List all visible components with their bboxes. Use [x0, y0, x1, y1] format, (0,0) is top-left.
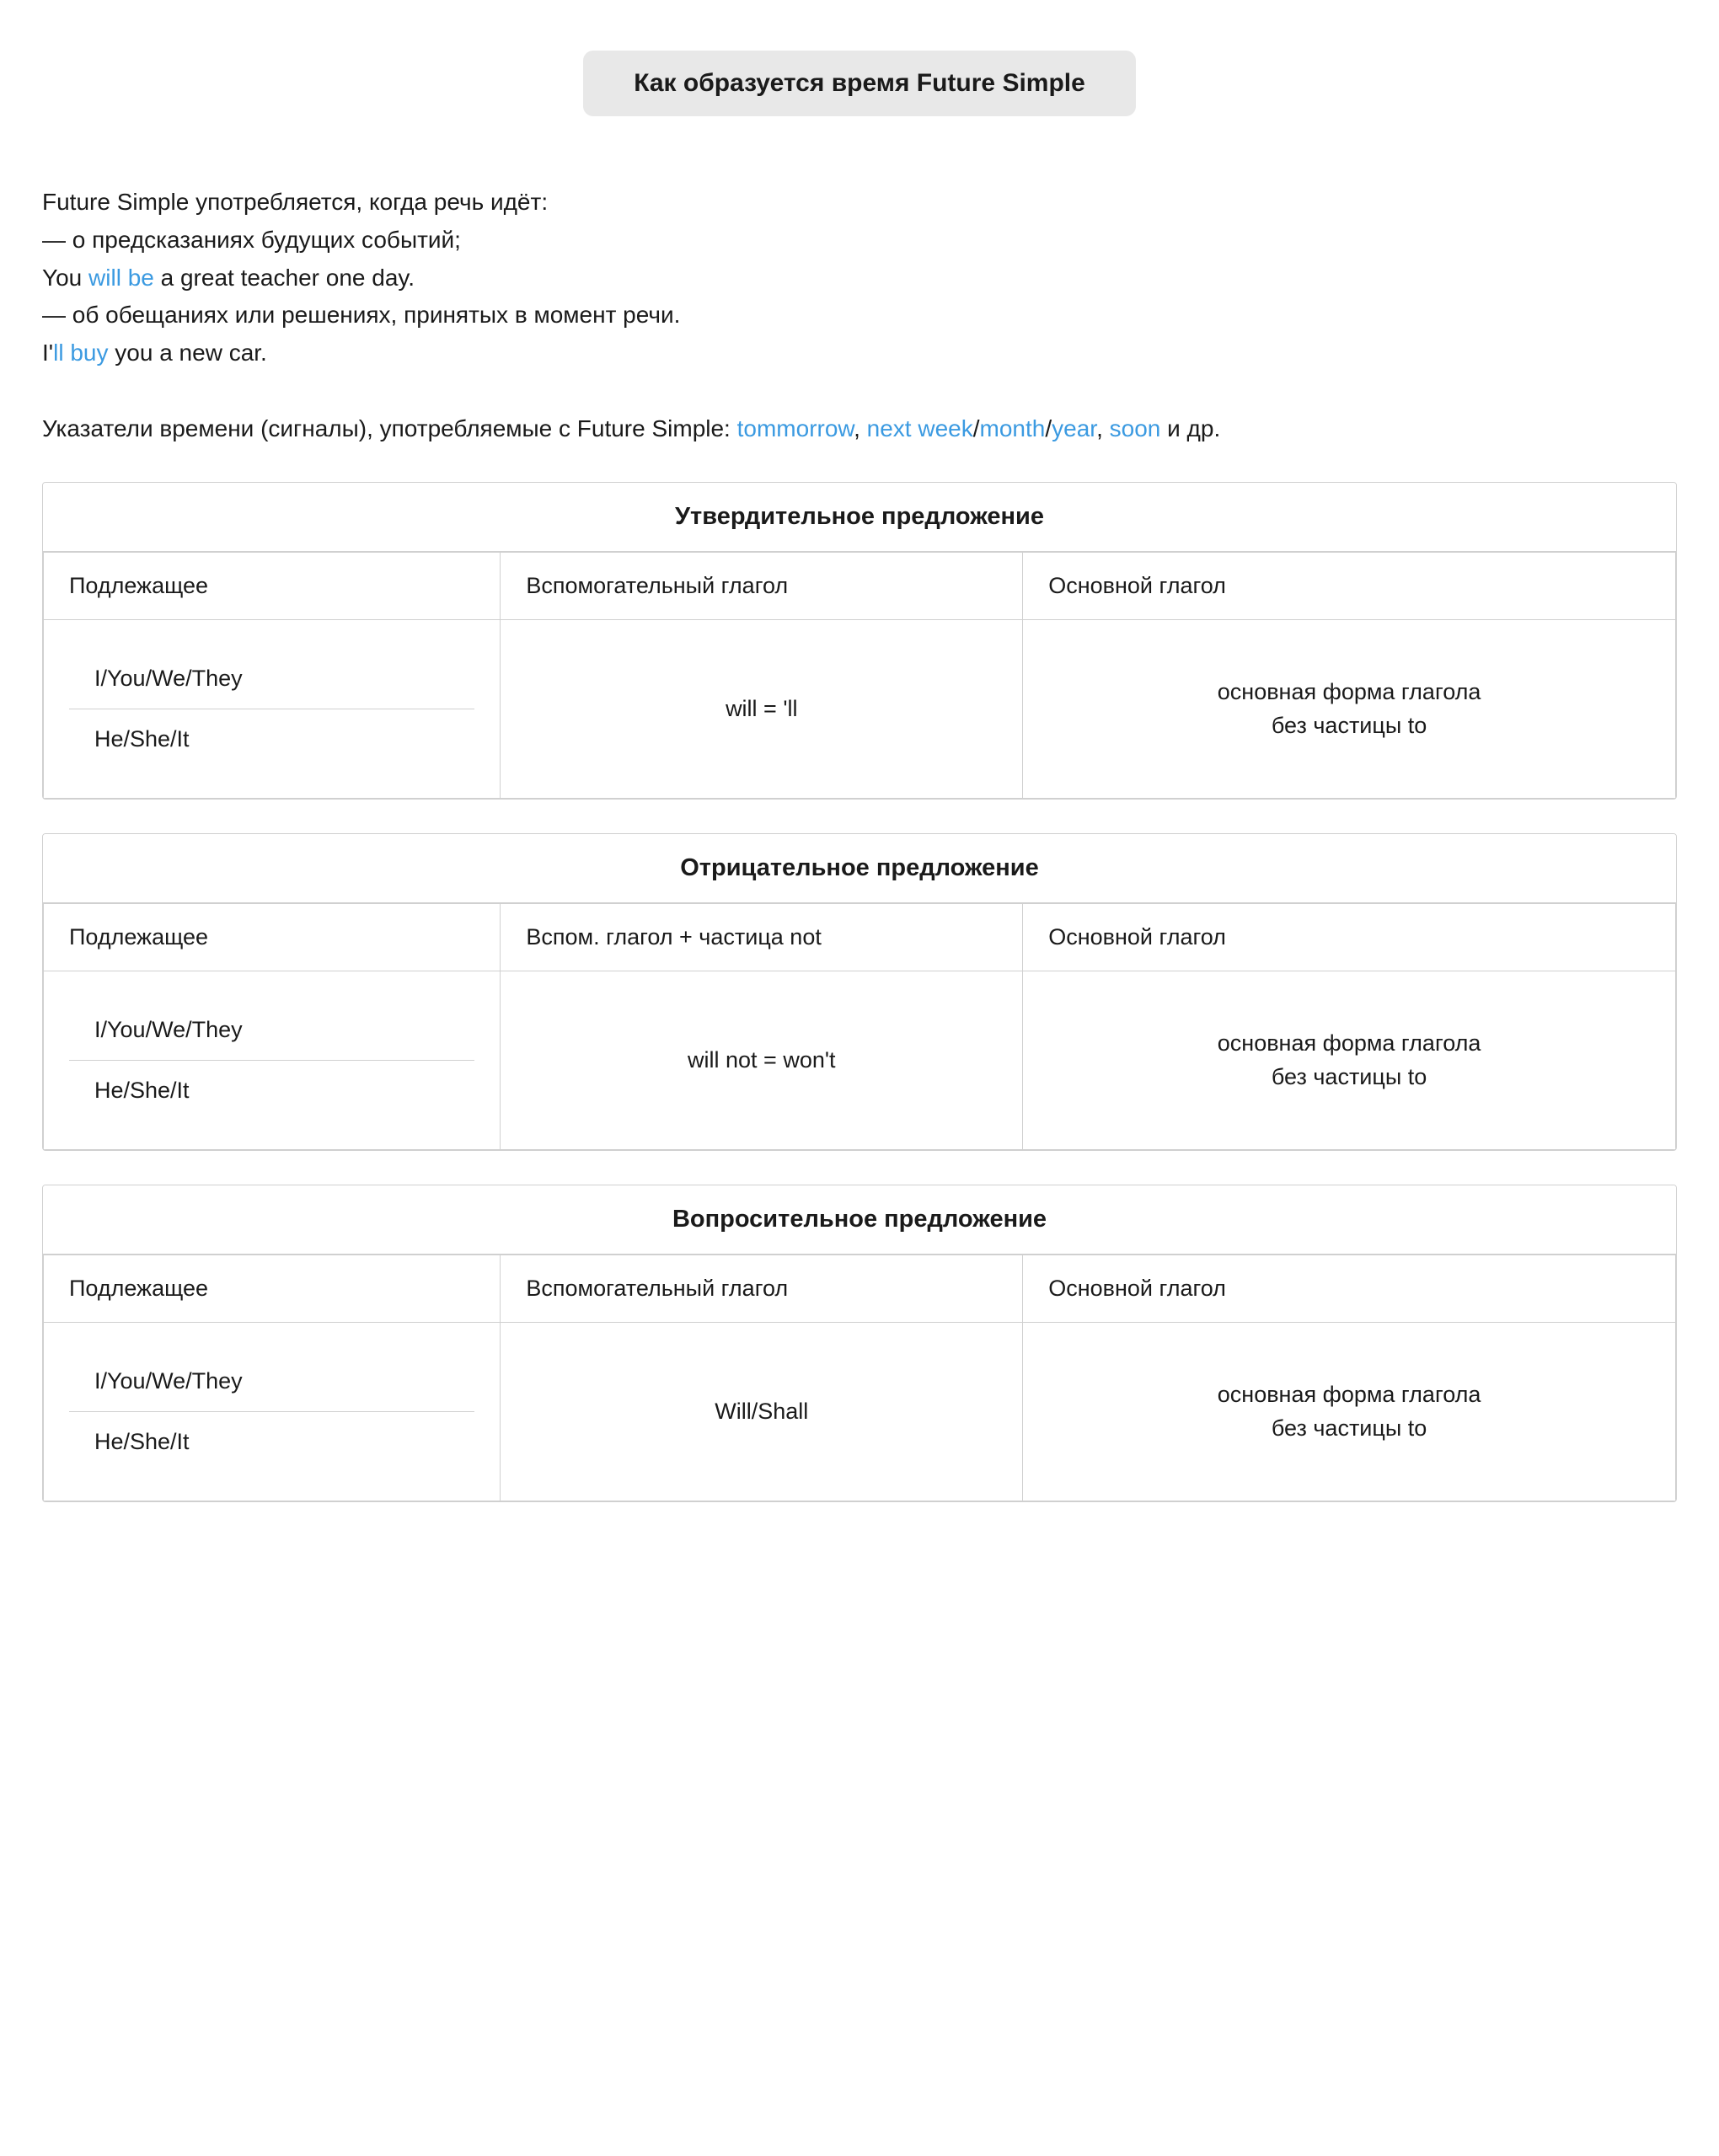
affirmative-data-row: I/You/We/They He/She/It will = 'll основ… [44, 619, 1676, 798]
signal-soon: soon [1110, 415, 1161, 441]
intro-will-be: will be [88, 265, 154, 291]
neg-subject-cell: I/You/We/They He/She/It [44, 971, 501, 1149]
signal-year: year [1052, 415, 1096, 441]
intro-line3-post: a great teacher one day. [154, 265, 415, 291]
intro-line2: — о предсказаниях будущих событий; [42, 222, 1677, 259]
int-subject-cell: I/You/We/They He/She/It [44, 1322, 501, 1501]
neg-main-line1: основная форма глагола [1218, 1030, 1481, 1056]
aff-col-main: Основной глагол [1023, 552, 1676, 619]
aff-aux-cell: will = 'll [501, 619, 1023, 798]
int-subject-bottom: He/She/It [69, 1412, 474, 1480]
intro-line5-post: you a new car. [109, 340, 267, 366]
aff-subject-top: I/You/We/They [69, 640, 474, 709]
neg-col-aux: Вспом. глагол + частица not [501, 903, 1023, 971]
signal-month: month [980, 415, 1046, 441]
aff-main-cell: основная форма глагола без частицы to [1023, 619, 1676, 798]
intro-signals: Указатели времени (сигналы), употребляем… [42, 410, 1677, 448]
intro-line3: You will be a great teacher one day. [42, 259, 1677, 297]
intro-line5: I'll buy you a new car. [42, 334, 1677, 372]
int-aux-cell: Will/Shall [501, 1322, 1023, 1501]
int-main-line2: без частицы to [1272, 1415, 1427, 1441]
neg-col-subject: Подлежащее [44, 903, 501, 971]
page-title: Как образуется время Future Simple [583, 51, 1136, 116]
negative-header-row: Подлежащее Вспом. глагол + частица not О… [44, 903, 1676, 971]
aff-main-line2: без частицы to [1272, 713, 1427, 738]
intro-signals-pre: Указатели времени (сигналы), употребляем… [42, 415, 737, 441]
negative-table: Подлежащее Вспом. глагол + частица not О… [43, 903, 1676, 1150]
interrogative-section: Вопросительное предложение Подлежащее Вс… [42, 1185, 1677, 1502]
int-col-aux: Вспомогательный глагол [501, 1255, 1023, 1322]
interrogative-header-row: Подлежащее Вспомогательный глагол Основн… [44, 1255, 1676, 1322]
negative-header: Отрицательное предложение [43, 834, 1676, 903]
affirmative-section: Утвердительное предложение Подлежащее Вс… [42, 482, 1677, 800]
negative-data-row: I/You/We/They He/She/It will not = won't… [44, 971, 1676, 1149]
neg-subject-bottom: He/She/It [69, 1061, 474, 1129]
affirmative-header: Утвердительное предложение [43, 483, 1676, 552]
intro-line3-pre: You [42, 265, 88, 291]
aff-col-subject: Подлежащее [44, 552, 501, 619]
aff-col-aux: Вспомогательный глагол [501, 552, 1023, 619]
interrogative-data-row: I/You/We/They He/She/It Will/Shall основ… [44, 1322, 1676, 1501]
neg-col-main: Основной глагол [1023, 903, 1676, 971]
aff-subject-cell: I/You/We/They He/She/It [44, 619, 501, 798]
affirmative-table: Подлежащее Вспомогательный глагол Основн… [43, 552, 1676, 799]
neg-main-cell: основная форма глагола без частицы to [1023, 971, 1676, 1149]
intro-ll-buy: ll buy [53, 340, 108, 366]
interrogative-header: Вопросительное предложение [43, 1185, 1676, 1255]
int-col-subject: Подлежащее [44, 1255, 501, 1322]
interrogative-table: Подлежащее Вспомогательный глагол Основн… [43, 1255, 1676, 1501]
affirmative-header-row: Подлежащее Вспомогательный глагол Основн… [44, 552, 1676, 619]
negative-section: Отрицательное предложение Подлежащее Всп… [42, 833, 1677, 1151]
neg-aux-cell: will not = won't [501, 971, 1023, 1149]
intro-line5-pre: I' [42, 340, 53, 366]
aff-subject-bottom: He/She/It [69, 709, 474, 778]
neg-main-line2: без частицы to [1272, 1064, 1427, 1089]
neg-subject-top: I/You/We/They [69, 992, 474, 1061]
int-main-cell: основная форма глагола без частицы to [1023, 1322, 1676, 1501]
intro-section: Future Simple употребляется, когда речь … [42, 184, 1677, 448]
int-col-main: Основной глагол [1023, 1255, 1676, 1322]
signal-tommorrow: tommorrow [737, 415, 854, 441]
int-main-line1: основная форма глагола [1218, 1382, 1481, 1407]
aff-main-line1: основная форма глагола [1218, 679, 1481, 704]
int-subject-top: I/You/We/They [69, 1343, 474, 1412]
intro-line4: — об обещаниях или решениях, принятых в … [42, 297, 1677, 334]
intro-line1: Future Simple употребляется, когда речь … [42, 184, 1677, 222]
signal-next-week: next week [867, 415, 973, 441]
